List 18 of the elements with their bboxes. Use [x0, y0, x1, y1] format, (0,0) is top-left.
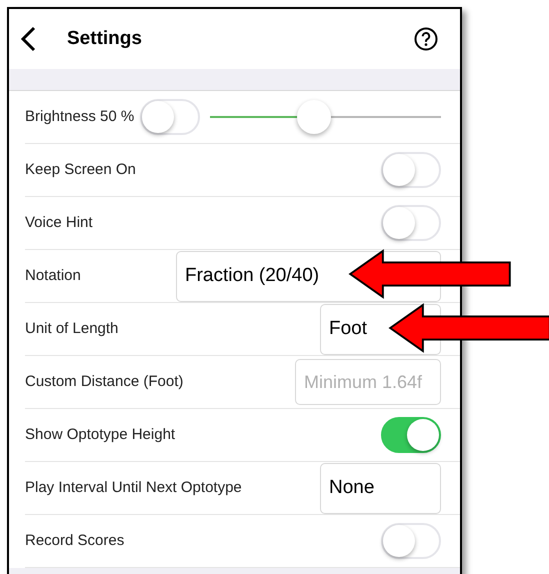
setting-label: Custom Distance (Foot): [25, 372, 184, 392]
setting-label: Show Optotype Height: [25, 424, 176, 445]
slider-thumb[interactable]: [297, 100, 332, 134]
select-field[interactable]: Fraction (20/40): [176, 250, 441, 302]
setting-label: Notation: [25, 266, 81, 286]
setting-label: Keep Screen On: [25, 160, 136, 180]
select-field[interactable]: None: [320, 462, 441, 514]
setting-label: Record Scores: [25, 530, 124, 551]
back-icon[interactable]: [19, 26, 37, 52]
setting-label: Voice Hint: [25, 212, 93, 233]
input-field[interactable]: Minimum 1.64f: [295, 359, 441, 405]
help-icon[interactable]: [414, 27, 438, 51]
setting-label: Play Interval Until Next Optotype: [25, 478, 242, 498]
toggle-switch[interactable]: [381, 417, 441, 453]
setting-label: Unit of Length: [25, 318, 118, 339]
slider[interactable]: [210, 100, 441, 134]
page-title: Settings: [67, 26, 142, 51]
setting-label: Brightness 50 %: [25, 106, 134, 127]
